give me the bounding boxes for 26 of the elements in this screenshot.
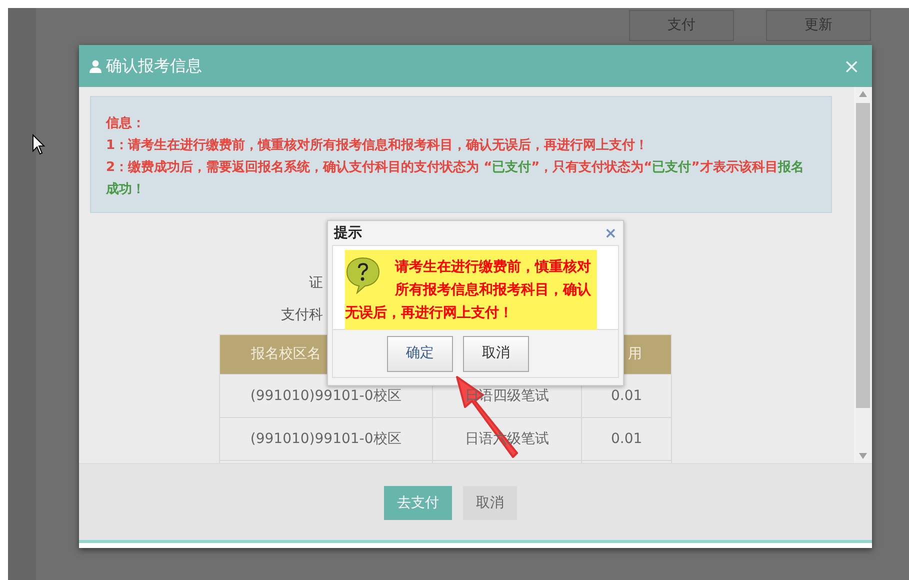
info-item: 1：请考生在进行缴费前，慎重核对所有报考信息和报考科目，确认无误后，再进行网上支付！ <box>106 136 650 155</box>
table-cell: 0.01 <box>611 388 642 404</box>
info-item: 2：缴费成功后，需要返回报名系统，确认支付科目的支付状态为 “已支付”，只有支付状态为“已支付”才表示该科目报名成功！ <box>106 158 805 199</box>
field-label: 证 <box>309 274 323 293</box>
cursor-icon <box>32 134 46 156</box>
table-cell: 0.01 <box>611 430 642 446</box>
confirm-button[interactable]: 确定 <box>387 336 453 372</box>
field-label: 支付科 <box>281 306 323 325</box>
dialog-title: 提示 <box>334 224 362 242</box>
user-icon <box>89 60 102 72</box>
scrollbar[interactable] <box>854 87 872 463</box>
close-button[interactable]: × <box>604 226 617 240</box>
table-cell: (991010)99101-0校区 <box>250 388 402 404</box>
cancel-button[interactable]: 取消 <box>463 486 517 520</box>
info-heading: 信息： <box>106 115 146 133</box>
scroll-up-icon[interactable] <box>859 91 867 97</box>
pay-button[interactable]: 去支付 <box>384 486 452 520</box>
modal-title: 确认报考信息 <box>106 55 202 77</box>
cancel-button[interactable]: 取消 <box>463 336 529 372</box>
background-button[interactable]: 更新 <box>766 10 871 41</box>
close-button[interactable]: × <box>841 56 862 76</box>
question-icon <box>345 256 381 294</box>
warning-message: 请考生在进行缴费前，慎重核对所有报考信息和报考科目，确认无误后，再进行网上支付！ <box>345 250 597 330</box>
background-button[interactable]: 支付 <box>629 10 734 41</box>
table-cell: (991010)99101-0校区 <box>250 430 402 446</box>
scroll-down-icon[interactable] <box>859 453 867 459</box>
